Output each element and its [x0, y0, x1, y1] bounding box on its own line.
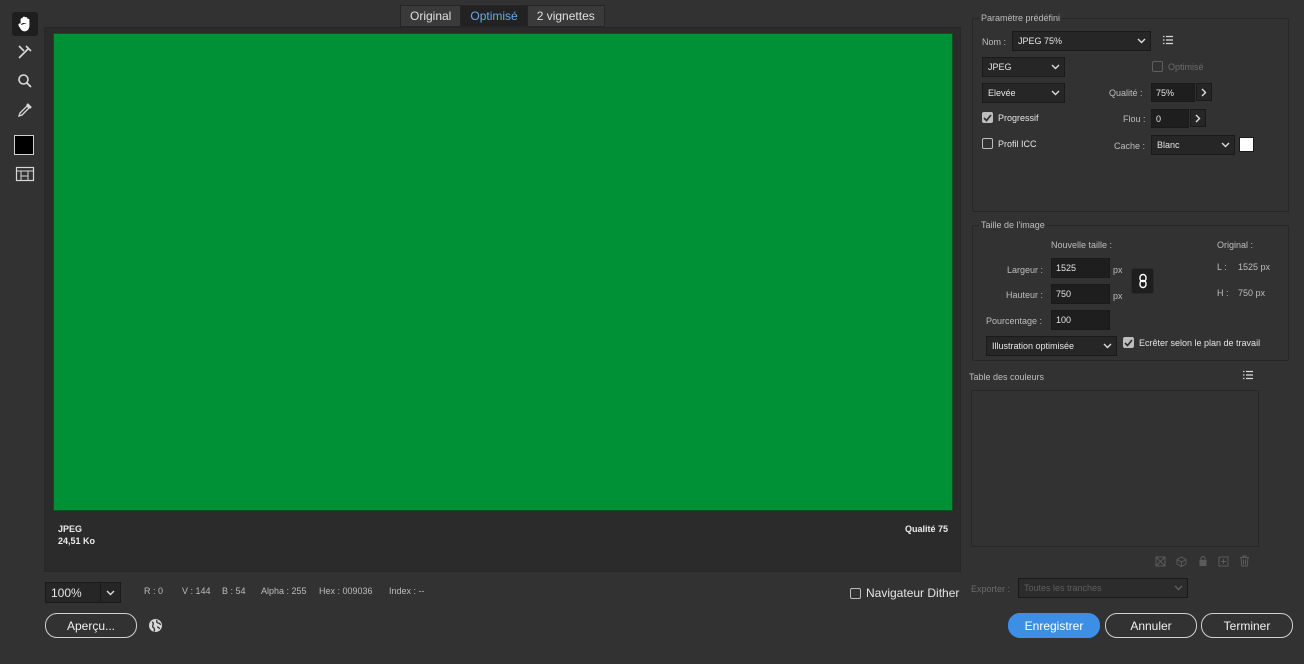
progressive-option[interactable]: Progressif — [982, 112, 1039, 123]
chevron-down-icon — [1174, 583, 1183, 593]
chevron-down-icon[interactable] — [100, 583, 120, 602]
pixel-v-value: V : 144 — [182, 586, 211, 596]
preview-file-size: 24,51 Ko — [58, 536, 96, 546]
dither-label: Navigateur Dither — [866, 586, 960, 600]
matte-label: Cache : — [1114, 141, 1146, 151]
original-width-label: L : — [1217, 262, 1227, 272]
height-label: Hauteur : — [1006, 290, 1044, 300]
save-button[interactable]: Enregistrer — [1008, 613, 1100, 638]
chevron-down-icon — [1137, 36, 1146, 46]
eyedropper-color-swatch[interactable] — [14, 135, 34, 155]
percent-label: Pourcentage : — [986, 316, 1043, 326]
tab-2-up[interactable]: 2 vignettes — [528, 6, 604, 26]
chevron-down-icon — [1221, 140, 1230, 150]
original-height-value: 750 px — [1238, 288, 1266, 298]
preview-button[interactable]: Aperçu... — [45, 613, 137, 638]
slice-select-icon[interactable] — [12, 40, 38, 64]
percent-input[interactable]: 100 — [1051, 310, 1110, 330]
preset-name-select[interactable]: JPEG 75% — [1012, 31, 1151, 51]
tab-original[interactable]: Original — [401, 6, 462, 26]
done-button[interactable]: Terminer — [1201, 613, 1293, 638]
matte-value: Blanc — [1157, 140, 1180, 150]
preset-menu-icon[interactable] — [1162, 35, 1174, 48]
cancel-button[interactable]: Annuler — [1105, 613, 1197, 638]
constrain-proportions-link-icon[interactable] — [1131, 268, 1154, 294]
optimized-label: Optimisé — [1168, 61, 1204, 72]
zoom-select[interactable]: 100% — [45, 582, 121, 603]
original-size-label: Original : — [1217, 240, 1254, 250]
image-size-panel-title: Taille de l'image — [979, 220, 1047, 230]
preset-panel-title: Paramètre prédéfini — [979, 13, 1063, 23]
progressive-label: Progressif — [998, 112, 1039, 123]
hand-tool-icon[interactable] — [12, 12, 38, 36]
chevron-down-icon — [1051, 62, 1060, 72]
new-size-label: Nouvelle taille : — [1051, 240, 1113, 250]
pixel-hex-value: Hex : 009036 — [319, 586, 373, 596]
clip-to-artboard-option[interactable]: Ecrêter selon le plan de travail — [1123, 337, 1260, 348]
tab-optimized[interactable]: Optimisé — [461, 6, 528, 26]
toggle-slices-icon[interactable] — [12, 162, 38, 186]
matte-select[interactable]: Blanc — [1151, 135, 1235, 155]
quality-level-value: Elevée — [988, 88, 1016, 98]
export-label: Exporter : — [971, 584, 1011, 594]
quality-level-select[interactable]: Elevée — [982, 83, 1065, 103]
icc-profile-checkbox[interactable] — [982, 138, 993, 149]
color-table-title: Table des couleurs — [969, 372, 1045, 382]
height-unit: px — [1113, 291, 1123, 301]
web-snap-icon — [1176, 556, 1187, 570]
export-slices-value: Toutes les tranches — [1024, 583, 1102, 593]
optimized-image-preview[interactable] — [53, 33, 953, 511]
dither-preview-option[interactable]: Navigateur Dither — [850, 586, 959, 600]
add-color-icon — [1218, 556, 1229, 570]
original-height-label: H : — [1217, 288, 1229, 298]
optimized-option[interactable]: Optimisé — [1152, 61, 1204, 72]
pixel-b-value: B : 54 — [222, 586, 246, 596]
resample-select[interactable]: Illustration optimisée — [986, 336, 1117, 356]
width-label: Largeur : — [1007, 265, 1044, 275]
color-table-area[interactable] — [971, 390, 1259, 547]
matte-color-swatch[interactable] — [1239, 137, 1254, 152]
progressive-checkbox[interactable] — [982, 112, 993, 123]
checkmark-icon — [983, 113, 992, 122]
width-unit: px — [1113, 265, 1123, 275]
preview-format: JPEG — [58, 524, 83, 534]
quality-input[interactable]: 75% — [1151, 83, 1195, 102]
map-transparent-icon — [1155, 556, 1166, 570]
pixel-index-value: Index : -- — [389, 586, 425, 596]
pixel-alpha-value: Alpha : 255 — [261, 586, 307, 596]
view-tabs: Original Optimisé 2 vignettes — [400, 5, 605, 27]
original-width-value: 1525 px — [1238, 262, 1271, 272]
chevron-down-icon — [1103, 341, 1112, 351]
blur-input[interactable]: 0 — [1151, 109, 1189, 128]
format-value: JPEG — [988, 62, 1012, 72]
preset-name-value: JPEG 75% — [1018, 36, 1063, 46]
delete-color-icon — [1239, 555, 1250, 570]
icc-profile-label: Profil ICC — [998, 138, 1037, 149]
icc-profile-option[interactable]: Profil ICC — [982, 138, 1037, 149]
blur-slider-button[interactable] — [1190, 109, 1206, 127]
preview-quality: Qualité 75 — [904, 524, 948, 534]
format-select[interactable]: JPEG — [982, 57, 1065, 77]
blur-label: Flou : — [1123, 114, 1146, 124]
pixel-r-value: R : 0 — [144, 586, 164, 596]
clip-to-artboard-label: Ecrêter selon le plan de travail — [1139, 337, 1261, 348]
chevron-down-icon — [1051, 88, 1060, 98]
lock-color-icon — [1198, 555, 1208, 570]
quality-label: Qualité : — [1109, 88, 1143, 98]
optimized-checkbox[interactable] — [1152, 61, 1163, 72]
resample-value: Illustration optimisée — [992, 341, 1075, 351]
eyedropper-icon[interactable] — [12, 98, 38, 122]
width-input[interactable]: 1525 — [1051, 258, 1110, 278]
checkmark-icon — [1124, 338, 1133, 347]
export-slices-select[interactable]: Toutes les tranches — [1018, 578, 1188, 598]
dither-checkbox[interactable] — [850, 587, 861, 599]
zoom-value: 100% — [51, 585, 82, 600]
height-input[interactable]: 750 — [1051, 284, 1110, 304]
browser-globe-icon[interactable] — [148, 618, 163, 636]
preset-name-label: Nom : — [982, 37, 1007, 47]
clip-to-artboard-checkbox[interactable] — [1123, 337, 1134, 348]
color-table-menu-icon[interactable] — [1242, 370, 1254, 383]
quality-slider-button[interactable] — [1196, 83, 1212, 101]
zoom-icon[interactable] — [12, 69, 38, 93]
